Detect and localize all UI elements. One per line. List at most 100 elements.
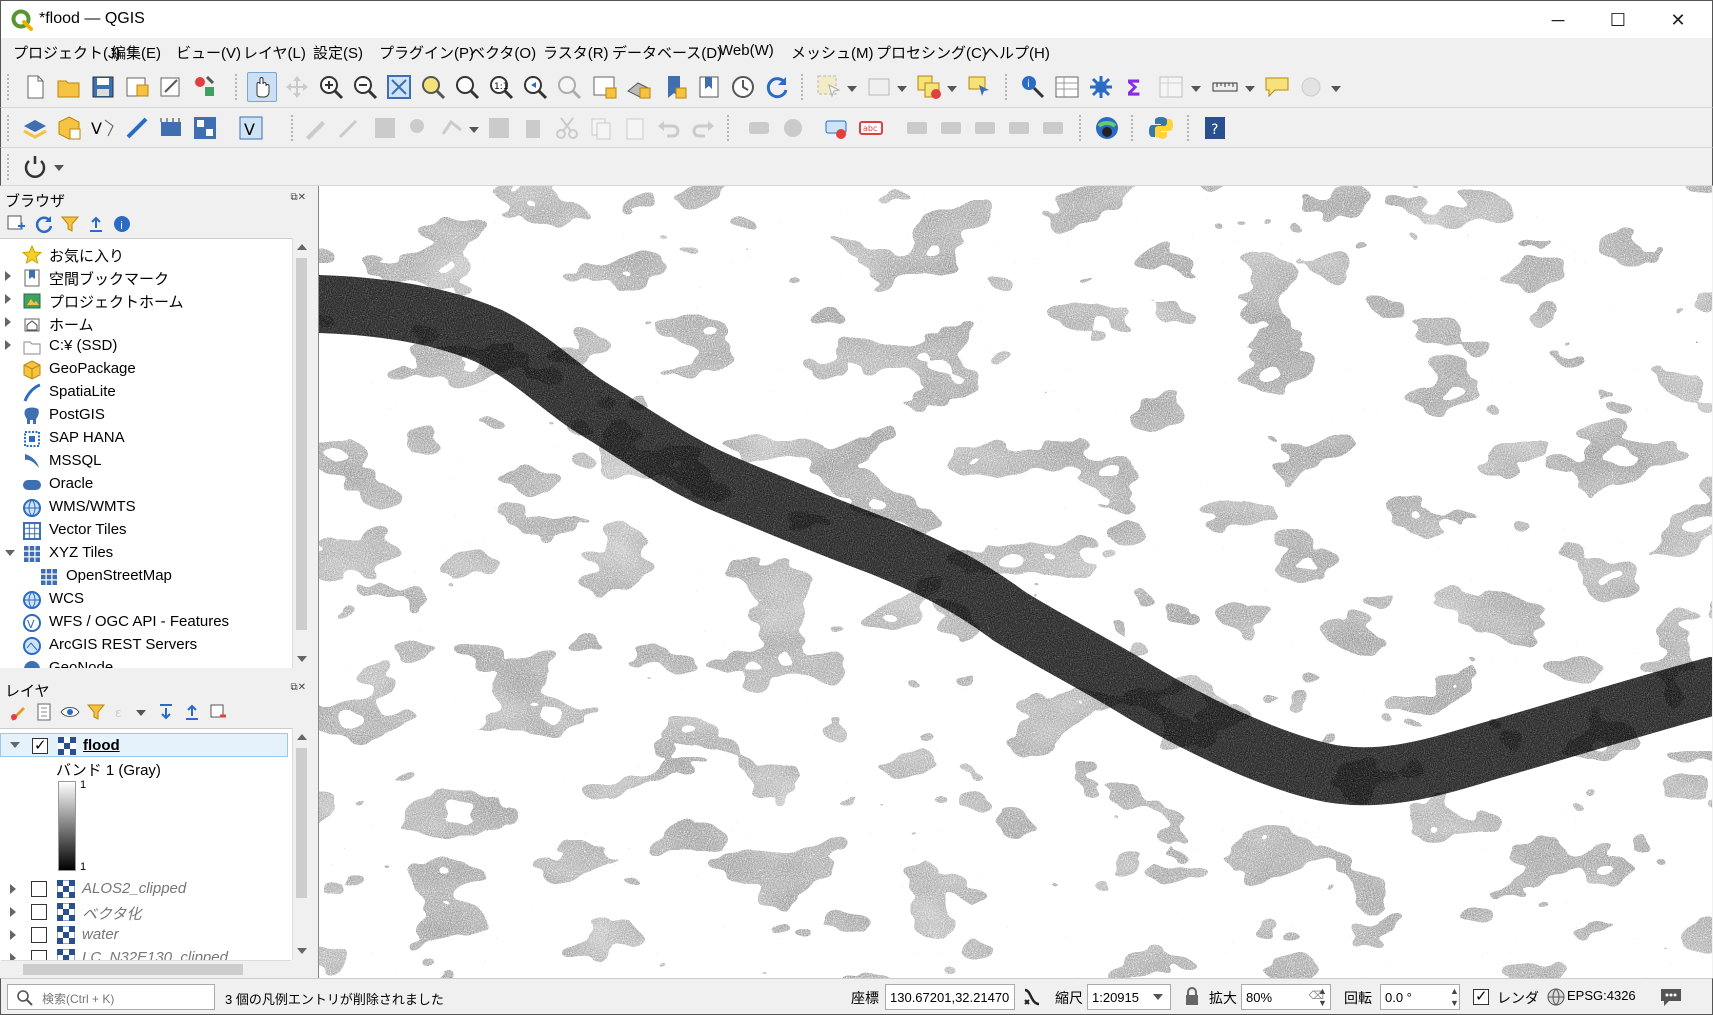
show-bookmarks-icon[interactable]: [695, 73, 723, 101]
menu-raster[interactable]: ラスタ(R): [543, 42, 609, 63]
menu-settings[interactable]: 設定(S): [313, 42, 363, 63]
cut-features-icon[interactable]: [553, 114, 581, 142]
panel-float-close-icon[interactable]: ⧉✕: [290, 192, 306, 203]
menu-layer[interactable]: レイヤ(L): [243, 42, 306, 63]
pan-map-icon[interactable]: [247, 72, 277, 102]
dropdown-arrow-icon[interactable]: [136, 710, 146, 716]
select-features-icon[interactable]: [815, 73, 843, 101]
move-label-icon[interactable]: [971, 114, 999, 142]
toolbar-grip[interactable]: [1131, 115, 1135, 141]
undo-icon[interactable]: [655, 114, 683, 142]
toggle-extents-icon[interactable]: [1021, 986, 1043, 1008]
toggle-editing-icon[interactable]: [335, 114, 363, 142]
expand-arrow-icon[interactable]: [10, 907, 16, 917]
vertex-tool-icon[interactable]: V: [237, 114, 265, 142]
layer-item[interactable]: water: [0, 923, 290, 947]
manage-visibility-icon[interactable]: [60, 702, 80, 722]
browser-item-project-home[interactable]: プロジェクトホーム: [0, 289, 290, 312]
maximize-button[interactable]: ☐: [1594, 5, 1642, 35]
highlight-pinned-labels-icon[interactable]: [823, 114, 851, 142]
menu-view[interactable]: ビュー(V): [176, 42, 241, 63]
collapse-arrow-icon[interactable]: [5, 550, 15, 556]
dropdown-arrow-icon[interactable]: [1191, 86, 1201, 92]
add-selected-layers-icon[interactable]: [6, 214, 26, 234]
lock-scale-icon[interactable]: [1183, 986, 1201, 1006]
new-map-view-icon[interactable]: [591, 73, 619, 101]
layer-diagram-icon[interactable]: [779, 114, 807, 142]
zoom-to-selection-icon[interactable]: [419, 73, 447, 101]
expand-all-icon[interactable]: [156, 702, 176, 722]
browser-item-wms[interactable]: WMS/WMTS: [0, 496, 290, 519]
menu-processing[interactable]: プロセシング(C): [876, 42, 987, 63]
browser-item-oracle[interactable]: Oracle: [0, 473, 290, 496]
temporal-controller-icon[interactable]: [729, 73, 757, 101]
zoom-to-layer-icon[interactable]: [453, 73, 481, 101]
field-calculator-icon[interactable]: [1157, 73, 1185, 101]
new-print-layout-icon[interactable]: [123, 73, 151, 101]
toolbar-grip[interactable]: [1005, 74, 1009, 100]
save-project-icon[interactable]: [89, 73, 117, 101]
spin-arrows-icon[interactable]: ▲ ▼: [1450, 985, 1459, 1009]
info-icon[interactable]: i: [112, 214, 132, 234]
data-source-manager-icon[interactable]: [21, 114, 49, 142]
browser-item-sap-hana[interactable]: SAP HANA: [0, 427, 290, 450]
layer-item[interactable]: ベクタ化: [0, 900, 290, 924]
open-attribute-table-icon[interactable]: [1053, 73, 1081, 101]
collapse-all-icon[interactable]: [86, 214, 106, 234]
identify-features-icon[interactable]: i: [1019, 73, 1047, 101]
browser-item-bookmarks[interactable]: 空間ブックマーク: [0, 266, 290, 289]
new-temporary-layer-icon[interactable]: [191, 114, 219, 142]
scroll-up-icon[interactable]: [297, 244, 307, 250]
layout-manager-icon[interactable]: [157, 73, 185, 101]
layer-visibility-checkbox[interactable]: [31, 881, 47, 897]
locator-search-input[interactable]: 検索(Ctrl + K): [7, 984, 215, 1010]
browser-item-wcs[interactable]: WCS: [0, 588, 290, 611]
style-manager-icon[interactable]: [191, 73, 219, 101]
panel-float-close-icon[interactable]: ⧉✕: [290, 682, 306, 693]
new-virtual-layer-icon[interactable]: [157, 114, 185, 142]
coordinate-field[interactable]: 130.67201,32.21470: [885, 984, 1015, 1010]
menu-web[interactable]: Web(W): [719, 42, 774, 59]
dropdown-arrow-icon[interactable]: [1331, 86, 1341, 92]
layer-styling-icon[interactable]: [8, 702, 28, 722]
zoom-native-resolution-icon[interactable]: 1:1: [487, 73, 515, 101]
messages-icon[interactable]: [1659, 986, 1683, 1008]
toolbar-grip[interactable]: [235, 74, 239, 100]
expand-arrow-icon[interactable]: [5, 294, 11, 304]
refresh-icon[interactable]: [34, 214, 54, 234]
expand-arrow-icon[interactable]: [10, 953, 16, 960]
scrollbar-thumb[interactable]: [296, 258, 307, 630]
expand-arrow-icon[interactable]: [10, 884, 16, 894]
render-checkbox[interactable]: [1473, 987, 1489, 1005]
scroll-down-icon[interactable]: [297, 948, 307, 954]
zoom-in-icon[interactable]: [317, 73, 345, 101]
paste-features-icon[interactable]: [621, 114, 649, 142]
browser-item-geonode[interactable]: GeoNode: [0, 657, 290, 668]
layer-item[interactable]: LC_N32E130_clipped: [0, 946, 290, 960]
quickmapservices-icon[interactable]: [1093, 114, 1121, 142]
show-hide-labels-icon[interactable]: [937, 114, 965, 142]
dropdown-arrow-icon[interactable]: [847, 86, 857, 92]
menu-edit[interactable]: 編集(E): [111, 42, 161, 63]
menu-help[interactable]: ヘルプ(H): [984, 42, 1050, 63]
refresh-icon[interactable]: [763, 73, 791, 101]
copy-features-icon[interactable]: [587, 114, 615, 142]
layer-item-active[interactable]: flood: [0, 733, 288, 757]
browser-item-favorites[interactable]: お気に入り: [0, 243, 290, 266]
select-by-location-icon[interactable]: [965, 73, 993, 101]
new-3d-map-view-icon[interactable]: [625, 73, 653, 101]
open-project-icon[interactable]: [55, 73, 83, 101]
expand-arrow-icon[interactable]: [10, 930, 16, 940]
menu-mesh[interactable]: メッシュ(M): [791, 42, 874, 63]
zoom-next-icon[interactable]: [555, 73, 583, 101]
browser-item-spatialite[interactable]: SpatiaLite: [0, 381, 290, 404]
new-shapefile-layer-icon[interactable]: V: [89, 114, 117, 142]
measure-line-icon[interactable]: [1211, 73, 1239, 101]
new-spatial-bookmark-icon[interactable]: [661, 73, 689, 101]
rotation-field[interactable]: 0.0 °: [1380, 984, 1460, 1010]
scrollbar-thumb[interactable]: [296, 748, 307, 898]
pan-to-selection-icon[interactable]: [283, 73, 311, 101]
change-label-icon[interactable]: [1039, 114, 1067, 142]
expand-arrow-icon[interactable]: [5, 271, 11, 281]
modify-attributes-icon[interactable]: [485, 114, 513, 142]
